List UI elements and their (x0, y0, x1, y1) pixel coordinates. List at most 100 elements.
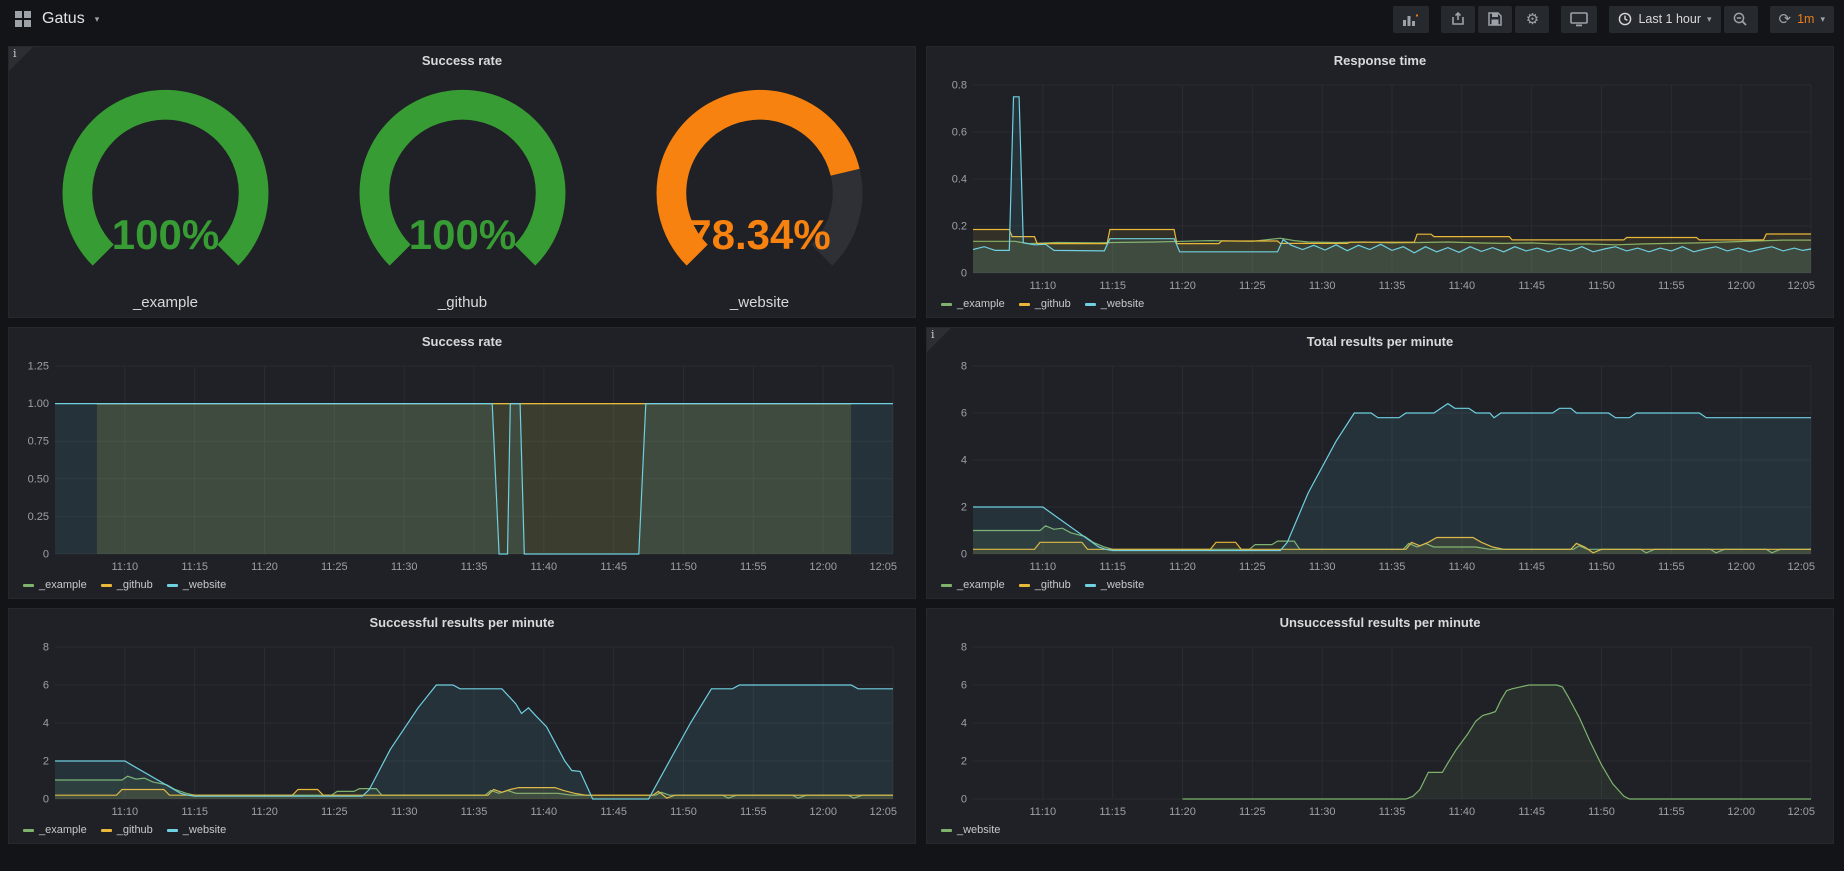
legend-swatch (23, 829, 34, 832)
svg-text:11:45: 11:45 (1518, 280, 1545, 292)
panel-total-results: i Total results per minute 0246811:1011:… (926, 327, 1834, 599)
svg-text:8: 8 (43, 642, 49, 654)
svg-text:11:40: 11:40 (1448, 561, 1475, 573)
legend-swatch (167, 829, 178, 832)
gauge-value: 78.34% (611, 211, 908, 259)
refresh-button[interactable]: ⟳ 1m ▾ (1770, 6, 1834, 33)
legend-item-website[interactable]: _website (167, 824, 226, 836)
time-range-picker[interactable]: Last 1 hour ▾ (1609, 6, 1720, 33)
dashboard-title[interactable]: Gatus (42, 10, 85, 28)
panel-success-rate-series: Success rate 00.250.500.751.001.2511:101… (8, 327, 916, 599)
legend-item-example[interactable]: _example (23, 824, 87, 836)
svg-text:11:50: 11:50 (1588, 561, 1615, 573)
legend-swatch (23, 584, 34, 587)
svg-text:11:55: 11:55 (740, 806, 767, 818)
svg-text:2: 2 (43, 756, 49, 768)
svg-text:11:30: 11:30 (1309, 806, 1336, 818)
gauge-website: 78.34% _website (611, 73, 908, 317)
svg-text:1.25: 1.25 (28, 361, 49, 373)
chart-legend: _example _github _website (9, 576, 915, 598)
svg-text:11:25: 11:25 (321, 806, 348, 818)
gauge-label: _website (611, 294, 908, 311)
svg-text:11:50: 11:50 (670, 561, 697, 573)
svg-text:11:20: 11:20 (1169, 280, 1196, 292)
gauge-github: 100% _github (314, 73, 611, 317)
panel-title[interactable]: Response time (927, 47, 1833, 73)
svg-text:12:05: 12:05 (1787, 280, 1815, 292)
svg-text:11:40: 11:40 (1448, 806, 1475, 818)
legend-swatch (101, 829, 112, 832)
refresh-icon: ⟳ (1779, 12, 1792, 27)
response-time-chart[interactable]: 00.20.40.60.811:1011:1511:2011:2511:3011… (933, 75, 1825, 295)
legend-item-website[interactable]: _website (1085, 298, 1144, 310)
legend-item-website[interactable]: _website (1085, 579, 1144, 591)
svg-text:4: 4 (43, 718, 49, 730)
panel-title[interactable]: Success rate (9, 47, 915, 73)
legend-label: _website (1101, 579, 1144, 591)
legend-item-website[interactable]: _website (167, 579, 226, 591)
panel-response-time: Response time 00.20.40.60.811:1011:1511:… (926, 46, 1834, 318)
unsuccessful-results-chart[interactable]: 0246811:1011:1511:2011:2511:3011:3511:40… (933, 637, 1825, 821)
svg-text:11:30: 11:30 (391, 561, 418, 573)
panel-title[interactable]: Success rate (9, 328, 915, 354)
legend-item-github[interactable]: _github (1019, 579, 1071, 591)
svg-text:8: 8 (961, 642, 967, 654)
share-dashboard-button[interactable] (1441, 6, 1475, 33)
panel-title[interactable]: Total results per minute (927, 328, 1833, 354)
gauge-example: 100% _example (17, 73, 314, 317)
legend-item-example[interactable]: _example (941, 298, 1005, 310)
legend-label: _example (39, 579, 87, 591)
save-dashboard-button[interactable] (1478, 6, 1512, 33)
add-panel-button[interactable] (1393, 6, 1429, 33)
cycle-view-mode-button[interactable] (1561, 6, 1597, 33)
legend-swatch (941, 584, 952, 587)
legend-item-example[interactable]: _example (941, 579, 1005, 591)
gauge-row: 100% _example 100% _github 78.34% _websi… (9, 73, 915, 317)
dashboard-grid: i Success rate 100% _example 100% _githu… (0, 38, 1844, 844)
svg-text:0.25: 0.25 (28, 511, 49, 523)
svg-text:11:45: 11:45 (1518, 561, 1545, 573)
legend-label: _example (957, 579, 1005, 591)
legend-item-github[interactable]: _github (1019, 298, 1071, 310)
svg-text:0.50: 0.50 (28, 473, 49, 485)
svg-text:11:50: 11:50 (1588, 280, 1615, 292)
svg-text:11:20: 11:20 (251, 806, 278, 818)
svg-text:11:30: 11:30 (1309, 280, 1336, 292)
dashboards-grid-icon[interactable] (14, 10, 32, 28)
gauge-value: 100% (17, 211, 314, 259)
legend-item-example[interactable]: _example (23, 579, 87, 591)
panel-title[interactable]: Successful results per minute (9, 609, 915, 635)
panel-info-corner[interactable]: i (9, 47, 33, 71)
total-results-chart[interactable]: 0246811:1011:1511:2011:2511:3011:3511:40… (933, 356, 1825, 576)
refresh-caret-icon: ▾ (1820, 13, 1825, 25)
svg-text:11:20: 11:20 (1169, 806, 1196, 818)
legend-label: _website (183, 579, 226, 591)
time-range-label: Last 1 hour (1638, 12, 1701, 26)
success-rate-chart[interactable]: 00.250.500.751.001.2511:1011:1511:2011:2… (15, 356, 907, 576)
legend-item-github[interactable]: _github (101, 824, 153, 836)
svg-text:0.8: 0.8 (952, 80, 967, 92)
svg-text:4: 4 (961, 718, 967, 730)
zoom-out-time-button[interactable] (1724, 6, 1758, 33)
svg-text:11:35: 11:35 (1379, 806, 1406, 818)
legend-swatch (941, 829, 952, 832)
legend-item-github[interactable]: _github (101, 579, 153, 591)
svg-text:11:45: 11:45 (600, 806, 627, 818)
svg-text:8: 8 (961, 361, 967, 373)
svg-text:11:25: 11:25 (1239, 561, 1266, 573)
legend-swatch (101, 584, 112, 587)
legend-label: _website (183, 824, 226, 836)
svg-text:11:35: 11:35 (461, 561, 488, 573)
legend-item-website[interactable]: _website (941, 824, 1000, 836)
svg-text:11:35: 11:35 (1379, 280, 1406, 292)
dashboard-settings-button[interactable]: ⚙ (1515, 6, 1549, 33)
successful-results-chart[interactable]: 0246811:1011:1511:2011:2511:3011:3511:40… (15, 637, 907, 821)
svg-text:0: 0 (43, 549, 49, 561)
svg-text:6: 6 (961, 408, 967, 420)
legend-label: _example (957, 298, 1005, 310)
svg-text:11:40: 11:40 (1448, 280, 1475, 292)
svg-text:11:15: 11:15 (1099, 561, 1126, 573)
dashboard-dropdown-caret-icon[interactable]: ▾ (95, 13, 100, 25)
panel-title[interactable]: Unsuccessful results per minute (927, 609, 1833, 635)
panel-info-corner[interactable]: i (927, 328, 951, 352)
